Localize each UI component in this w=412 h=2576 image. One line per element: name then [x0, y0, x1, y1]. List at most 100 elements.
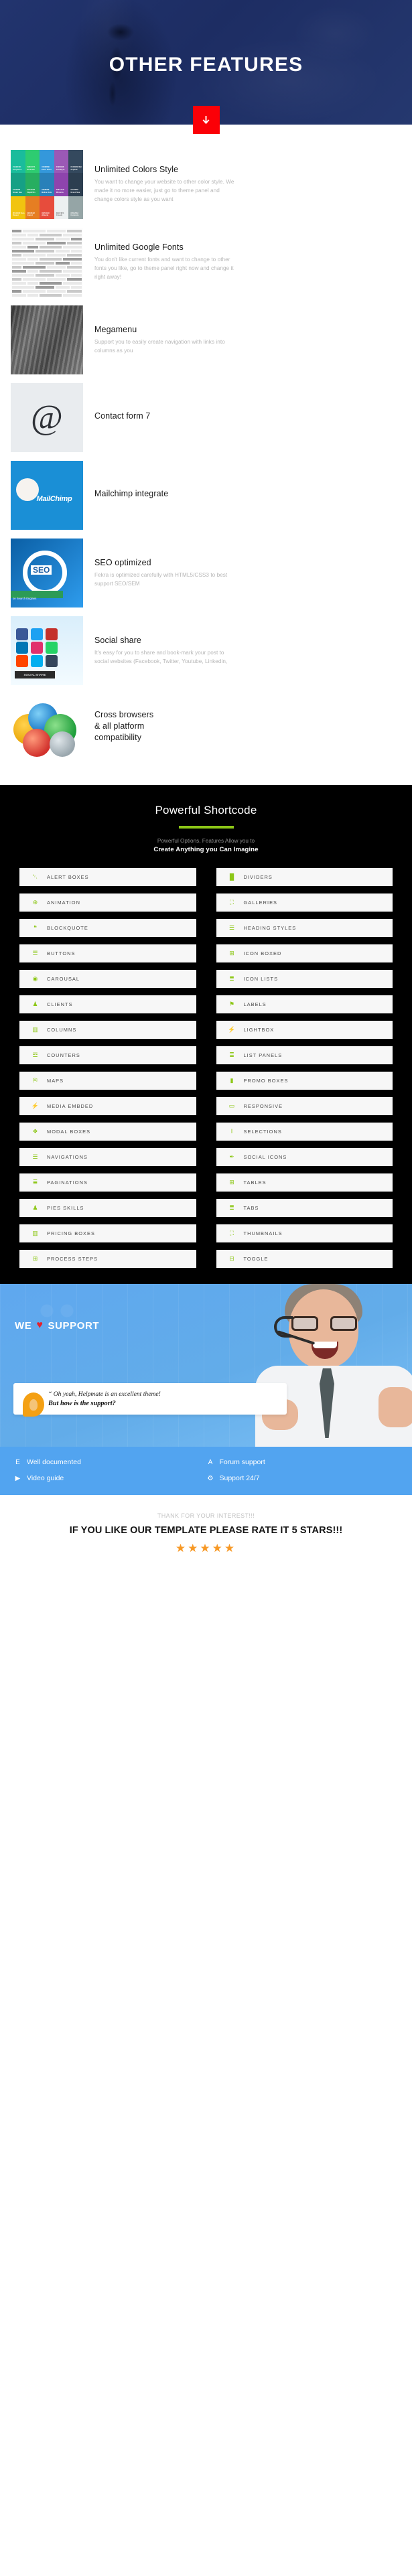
shortcode-item[interactable]: ≣ LIST PANELS: [216, 1046, 393, 1064]
feature-item[interactable]: Unlimited Google Fonts You don't like cu…: [0, 228, 412, 297]
shortcode-item[interactable]: ❖ MODAL BOXES: [19, 1123, 196, 1141]
shortcode-item[interactable]: ␇ ALERT BOXES: [19, 868, 196, 886]
features-list: #1ABC9C Turquoise #2ECC71 Emerald #3498DB …: [0, 125, 412, 785]
support-label: SUPPORT: [48, 1320, 99, 1332]
support-link[interactable]: ὞A Forum support: [206, 1458, 399, 1466]
feature-title-line: & all platform: [94, 721, 153, 732]
shortcode-item[interactable]: ≣ PAGINATIONS: [19, 1173, 196, 1192]
font-name-placeholder: [36, 262, 54, 265]
feature-description: You want to change your website to other…: [94, 178, 238, 204]
shortcode-item[interactable]: ❝ BLOCKQUOTE: [19, 919, 196, 937]
shortcode-item[interactable]: ▥ COLUMNS: [19, 1021, 196, 1039]
scroll-down-button[interactable]: [193, 106, 220, 134]
shortcode-item[interactable]: ☰ HEADING STYLES: [216, 919, 393, 937]
feature-item[interactable]: SEO on Search Engines SEO optimized Fekr…: [0, 539, 412, 607]
shortcode-item[interactable]: ⚡ MEDIA EMBDED: [19, 1097, 196, 1115]
footer-cta: IF YOU LIKE OUR TEMPLATE PLEASE RATE IT …: [0, 1525, 412, 1536]
font-row: [12, 238, 82, 240]
shortcode-item[interactable]: ▮ PROMO BOXES: [216, 1072, 393, 1090]
font-row: [12, 258, 82, 261]
shortcode-label: GALLERIES: [244, 900, 278, 906]
support-link[interactable]: ▶ Video guide: [13, 1474, 206, 1482]
testimonial-bubble-question: “ Oh yeah, Helpmate is an excellent them…: [13, 1383, 287, 1415]
shortcode-label: PRICING BOXES: [47, 1230, 95, 1236]
shortcode-item[interactable]: ▭ RESPONSIVE: [216, 1097, 393, 1115]
shortcode-item[interactable]: ☰ NAVIGATIONS: [19, 1148, 196, 1166]
feature-item[interactable]: @ Contact form 7: [0, 383, 412, 452]
shortcode-item[interactable]: ≣ ICON LISTS: [216, 970, 393, 988]
font-name-placeholder: [67, 266, 82, 269]
font-row: [12, 230, 82, 232]
font-row: [12, 254, 82, 257]
font-name-placeholder: [12, 230, 21, 232]
font-row: [12, 266, 82, 269]
shortcode-item[interactable]: ⊞ ICON BOXED: [216, 944, 393, 962]
shortcodes-grid: ␇ ALERT BOXES ▐▌ DIVIDERS ⊕ ANIMATION ⛶ GALLERI…: [0, 853, 412, 1268]
shortcode-item[interactable]: ⚑ LABELS: [216, 995, 393, 1013]
user-icon: ♟: [31, 1205, 39, 1211]
shortcode-item[interactable]: ⊞ TABLES: [216, 1173, 393, 1192]
font-name-placeholder: [36, 286, 54, 289]
title-underline: [179, 826, 234, 829]
browsers-thumbnail: [11, 694, 83, 763]
shortcode-label: MAPS: [47, 1078, 64, 1084]
shortcode-item[interactable]: I SELECTIONS: [216, 1123, 393, 1141]
shortcode-item[interactable]: ▥ PRICING BOXES: [19, 1224, 196, 1242]
columns-icon: ▥: [31, 1230, 39, 1236]
swatch-label: #16A085 Green Sea: [13, 189, 25, 194]
shortcode-label: COLUMNS: [47, 1027, 76, 1033]
shortcode-label: LABELS: [244, 1001, 267, 1007]
shortcode-item[interactable]: ♟ PIES SKILLS: [19, 1199, 196, 1217]
shortcode-item[interactable]: ⊞ PROCESS STEPS: [19, 1250, 196, 1268]
page-title: OTHER FEATURES: [0, 54, 412, 76]
shortcode-item[interactable]: ⊟ TOGGLE: [216, 1250, 393, 1268]
shortcode-item[interactable]: ☰ BUTTONS: [19, 944, 196, 962]
support-link[interactable]: ὜E Well documented: [13, 1458, 206, 1466]
feature-item[interactable]: Megamenu Support you to easily create na…: [0, 305, 412, 374]
font-row: [12, 246, 82, 248]
support-link-label: Video guide: [27, 1474, 64, 1482]
list-icon: ☰: [31, 950, 39, 956]
font-name-placeholder: [40, 294, 62, 297]
swatch-label: #34495E Wet Asphalt: [70, 166, 83, 171]
font-row: [12, 294, 82, 297]
shortcode-item[interactable]: ≣ TABS: [216, 1199, 393, 1217]
shortcode-item[interactable]: ⛿ MAPS: [19, 1072, 196, 1090]
feature-item[interactable]: SOCIAL SHARE Social share It's easy for …: [0, 616, 412, 685]
shortcode-item[interactable]: ☲ COUNTERS: [19, 1046, 196, 1064]
shortcode-label: TABLES: [244, 1179, 267, 1186]
shortcode-label: SOCIAL ICONS: [244, 1154, 287, 1160]
support-link[interactable]: ⚙ Support 24/7: [206, 1474, 399, 1482]
font-name-placeholder: [36, 274, 54, 277]
feature-item[interactable]: MailChimp Mailchimp integrate: [0, 461, 412, 530]
shortcode-item[interactable]: ✒ SOCIAL ICONS: [216, 1148, 393, 1166]
shortcode-item[interactable]: ▐▌ DIVIDERS: [216, 868, 393, 886]
font-name-placeholder: [27, 234, 38, 236]
shortcode-item[interactable]: ◉ CAROUSAL: [19, 970, 196, 988]
feature-item[interactable]: Cross browsers & all platform compatibil…: [0, 694, 412, 763]
feature-item[interactable]: #1ABC9C Turquoise #2ECC71 Emerald #3498DB …: [0, 150, 412, 219]
swatch-label: #E74C3C Alizarin: [42, 212, 54, 217]
color-swatch: #2ECC71 Emerald: [25, 150, 40, 173]
map-icon: ⛿: [31, 1078, 39, 1084]
shortcode-item[interactable]: ♟ CLIENTS: [19, 995, 196, 1013]
heart-icon: ♥: [36, 1319, 43, 1332]
font-row: [12, 234, 82, 236]
feature-description: It's easy for you to share and book-mark…: [94, 649, 238, 666]
feature-title-line: compatibility: [94, 732, 153, 743]
font-name-placeholder: [67, 254, 82, 257]
star-rating[interactable]: ★★★★★: [0, 1542, 412, 1555]
shortcode-item[interactable]: ⚡ LIGHTBOX: [216, 1021, 393, 1039]
color-swatch: #16A085 Green Sea: [11, 173, 25, 196]
opera-icon: [23, 729, 51, 757]
user-icon: ♟: [31, 1001, 39, 1007]
font-name-placeholder: [40, 270, 62, 273]
feature-title: Contact form 7: [94, 411, 150, 421]
color-swatch: #8E44AD Wisteria: [54, 173, 69, 196]
ordered-list-icon: ≣: [31, 1179, 39, 1186]
shortcode-label: ALERT BOXES: [47, 874, 89, 880]
shortcode-item[interactable]: ⛶ GALLERIES: [216, 893, 393, 912]
font-name-placeholder: [12, 278, 21, 281]
shortcode-item[interactable]: ⊕ ANIMATION: [19, 893, 196, 912]
shortcode-item[interactable]: ⛶ THUMBNAILS: [216, 1224, 393, 1242]
